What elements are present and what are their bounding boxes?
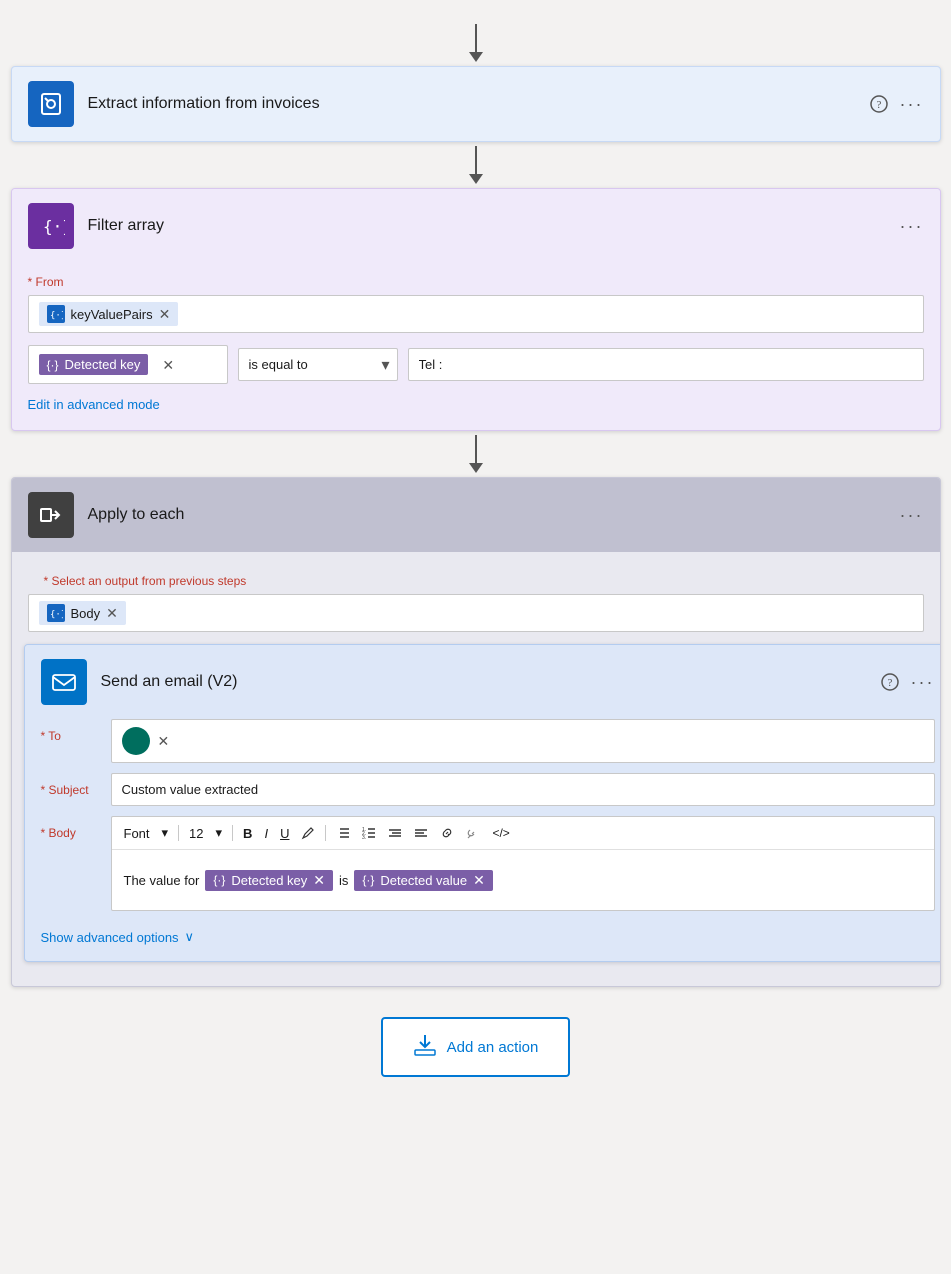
detected-key-token: {·} Detected key xyxy=(39,354,149,375)
subject-label: * Subject xyxy=(41,773,101,797)
output-field: {·} Body ✕ xyxy=(28,594,924,632)
font-select[interactable]: Font xyxy=(120,824,154,843)
extract-icon xyxy=(28,81,74,127)
body-content: The value for {·} Detected key ✕ is {·} … xyxy=(112,850,934,910)
body-token-1-icon: {·} xyxy=(213,873,225,887)
body-editor: Font ▾ 12 ▾ B I U xyxy=(111,816,935,911)
divider-2 xyxy=(232,825,233,841)
email-help-button[interactable]: ? xyxy=(881,673,899,691)
body-is-text: is xyxy=(339,873,348,888)
condition-token-close[interactable]: ✕ xyxy=(162,358,174,372)
show-advanced-container: Show advanced options ∨ xyxy=(41,921,935,945)
condition-row: {·} Detected key ✕ is equal to xyxy=(28,345,924,384)
numbered-list-button[interactable]: 1. 2. 3. xyxy=(358,824,380,842)
edit-advanced-button[interactable]: Edit in advanced mode xyxy=(28,397,160,412)
body-token-1-label: Detected key xyxy=(231,873,307,888)
email-form: * To ✕ * Subject * Body Font xyxy=(25,719,941,961)
email-icon xyxy=(41,659,87,705)
indent-left-button[interactable] xyxy=(384,824,406,842)
extract-title: Extract information from invoices xyxy=(88,95,856,113)
to-label: * To xyxy=(41,719,101,743)
body-token-2: {·} Detected value ✕ xyxy=(354,870,492,891)
body-token-2-close[interactable]: ✕ xyxy=(473,873,485,887)
to-row: * To ✕ xyxy=(41,719,935,763)
email-card: Send an email (V2) ? ··· * To xyxy=(24,644,941,962)
code-button[interactable]: </> xyxy=(488,824,513,842)
body-token-close[interactable]: ✕ xyxy=(106,606,118,620)
svg-text:{·}: {·} xyxy=(43,217,65,236)
svg-text:{·}: {·} xyxy=(50,610,63,620)
kvp-token: {·} keyValuePairs ✕ xyxy=(39,302,179,326)
show-advanced-label: Show advanced options xyxy=(41,930,179,945)
add-action-label: Add an action xyxy=(447,1039,539,1056)
arrow-1 xyxy=(469,146,483,184)
subject-input[interactable] xyxy=(111,773,935,806)
body-token-2-label: Detected value xyxy=(380,873,467,888)
body-toolbar: Font ▾ 12 ▾ B I U xyxy=(112,817,934,850)
filter-more-button[interactable]: ··· xyxy=(900,216,924,237)
operator-select[interactable]: is equal to xyxy=(238,348,398,381)
pen-button[interactable] xyxy=(297,824,319,842)
kvp-close[interactable]: ✕ xyxy=(159,307,171,321)
filter-card: {·} Filter array ··· * From {·} keyValue… xyxy=(11,188,941,431)
show-advanced-button[interactable]: Show advanced options ∨ xyxy=(41,929,195,945)
condition-token-field: {·} Detected key ✕ xyxy=(28,345,228,384)
body-token-1: {·} Detected key ✕ xyxy=(205,870,333,891)
extract-card: Extract information from invoices ? ··· xyxy=(11,66,941,142)
kvp-icon: {·} xyxy=(47,305,65,323)
body-label: * Body xyxy=(41,816,101,840)
font-size[interactable]: 12 xyxy=(185,824,207,843)
italic-button[interactable]: I xyxy=(260,824,272,843)
email-more-button[interactable]: ··· xyxy=(911,672,935,693)
body-text: The value for xyxy=(124,873,200,888)
to-field: ✕ xyxy=(111,719,935,763)
add-action-button[interactable]: Add an action xyxy=(381,1017,571,1077)
font-size-dropdown[interactable]: ▾ xyxy=(212,823,227,843)
indent-right-button[interactable] xyxy=(410,824,432,842)
body-label: Body xyxy=(71,606,101,621)
filter-title: Filter array xyxy=(88,217,886,235)
apply-icon xyxy=(28,492,74,538)
apply-more-button[interactable]: ··· xyxy=(900,505,924,526)
top-arrow xyxy=(469,24,483,62)
operator-wrapper: is equal to xyxy=(238,348,398,381)
subject-row: * Subject xyxy=(41,773,935,806)
select-output-label: * Select an output from previous steps xyxy=(28,564,924,594)
svg-text:{·}: {·} xyxy=(50,311,63,321)
arrow-2 xyxy=(469,435,483,473)
kvp-label: keyValuePairs xyxy=(71,307,153,322)
apply-title: Apply to each xyxy=(88,506,886,524)
body-icon: {·} xyxy=(47,604,65,622)
unlink-button[interactable] xyxy=(462,824,484,842)
recipient-avatar xyxy=(122,727,150,755)
body-token-2-icon: {·} xyxy=(362,873,374,887)
condition-value-input[interactable] xyxy=(408,348,924,381)
bullet-list-button[interactable] xyxy=(332,824,354,842)
divider-1 xyxy=(178,825,179,841)
body-token: {·} Body ✕ xyxy=(39,601,126,625)
detected-key-icon: {·} xyxy=(47,358,59,372)
divider-3 xyxy=(325,825,326,841)
svg-text:?: ? xyxy=(887,677,892,689)
link-button[interactable] xyxy=(436,824,458,842)
chevron-down-icon: ∨ xyxy=(185,929,195,945)
from-label: * From xyxy=(28,275,924,289)
filter-icon: {·} xyxy=(28,203,74,249)
body-row: * Body Font ▾ 12 ▾ B I U xyxy=(41,816,935,911)
svg-text:3.: 3. xyxy=(362,835,366,840)
apply-card: Apply to each ··· * Select an output fro… xyxy=(11,477,941,987)
underline-button[interactable]: U xyxy=(276,824,293,843)
email-title: Send an email (V2) xyxy=(101,673,867,691)
bold-button[interactable]: B xyxy=(239,824,256,843)
font-dropdown-btn[interactable]: ▾ xyxy=(158,823,173,843)
from-field: {·} keyValuePairs ✕ xyxy=(28,295,924,333)
body-token-1-close[interactable]: ✕ xyxy=(313,873,325,887)
recipient-close[interactable]: ✕ xyxy=(158,734,170,748)
extract-help-button[interactable]: ? xyxy=(870,95,888,113)
svg-text:?: ? xyxy=(876,99,881,111)
detected-key-label: Detected key xyxy=(65,357,141,372)
extract-more-button[interactable]: ··· xyxy=(900,94,924,115)
add-action-icon xyxy=(413,1033,437,1061)
